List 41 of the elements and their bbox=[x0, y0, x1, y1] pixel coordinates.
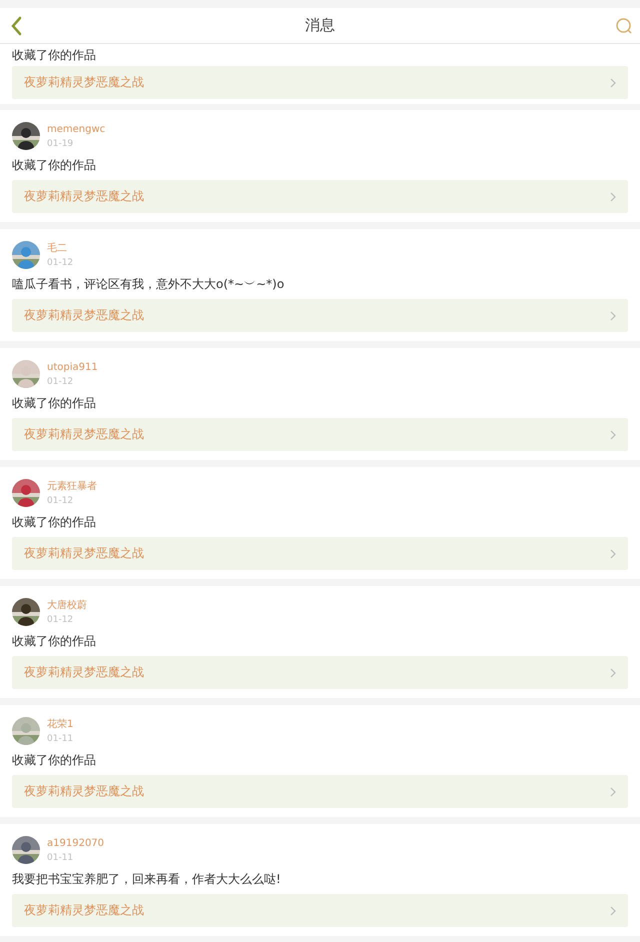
message-text: 收藏了你的作品 bbox=[12, 752, 97, 768]
chevron-right-icon bbox=[610, 430, 616, 440]
message-date: 01-12 bbox=[47, 496, 74, 506]
search-icon bbox=[615, 16, 633, 34]
book-link[interactable]: 夜萝莉精灵梦恶魔之战 bbox=[12, 894, 628, 927]
user-name[interactable]: 花荣1 bbox=[47, 718, 74, 730]
page-title: 消息 bbox=[305, 16, 335, 35]
chevron-right-icon bbox=[610, 906, 616, 916]
back-icon bbox=[10, 16, 22, 36]
book-link[interactable]: 夜萝莉精灵梦恶魔之战 bbox=[12, 656, 628, 689]
user-name[interactable]: 大唐校蔚 bbox=[47, 600, 87, 612]
message-text: 收藏了你的作品 bbox=[12, 514, 97, 530]
message-text: 收藏了你的作品 bbox=[12, 395, 97, 411]
message-date: 01-19 bbox=[47, 138, 74, 148]
chevron-right-icon bbox=[610, 78, 616, 88]
message-text: 收藏了你的作品 bbox=[12, 157, 97, 173]
user-name[interactable]: a19192070 bbox=[47, 838, 104, 850]
user-name[interactable]: 元素狂暴者 bbox=[47, 480, 97, 492]
message-date: 01-11 bbox=[47, 852, 74, 862]
book-link[interactable]: 夜萝莉精灵梦恶魔之战 bbox=[12, 180, 628, 213]
message-text: 我要把书宝宝养肥了，回来再看，作者大大么么哒! bbox=[12, 871, 282, 887]
message-text: 收藏了你的作品 bbox=[12, 633, 97, 649]
chevron-right-icon bbox=[610, 668, 616, 678]
book-link[interactable]: 夜萝莉精灵梦恶魔之战 bbox=[12, 537, 628, 570]
chevron-right-icon bbox=[610, 192, 616, 202]
book-link[interactable]: 夜萝莉精灵梦恶魔之战 bbox=[12, 66, 628, 99]
message-text: 嗑瓜子看书，评论区有我，意外不大大o(*~︶~*)o bbox=[12, 276, 286, 292]
message-date: 01-12 bbox=[47, 258, 74, 268]
book-link[interactable]: 夜萝莉精灵梦恶魔之战 bbox=[12, 299, 628, 332]
book-link[interactable]: 夜萝莉精灵梦恶魔之战 bbox=[12, 775, 628, 808]
chevron-right-icon bbox=[610, 786, 616, 796]
book-link[interactable]: 夜萝莉精灵梦恶魔之战 bbox=[12, 418, 628, 451]
chevron-right-icon bbox=[610, 548, 616, 558]
user-name[interactable]: 毛二 bbox=[47, 242, 74, 254]
user-name[interactable]: memengwc bbox=[47, 124, 106, 136]
message-date: 01-12 bbox=[47, 376, 74, 386]
chevron-right-icon bbox=[610, 310, 616, 320]
message-text: 收藏了你的作品 bbox=[12, 47, 97, 63]
message-date: 01-11 bbox=[47, 734, 74, 744]
user-name[interactable]: utopia911 bbox=[47, 362, 98, 374]
message-date: 01-12 bbox=[47, 614, 74, 624]
